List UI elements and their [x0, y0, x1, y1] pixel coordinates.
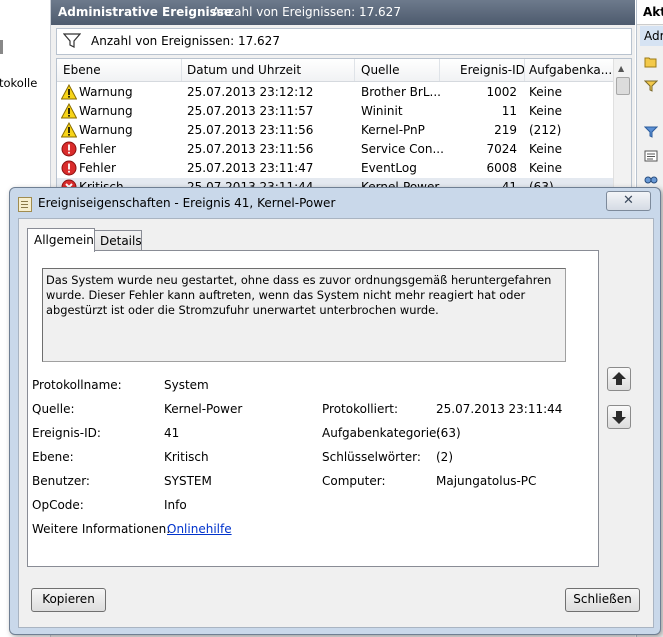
scroll-up-arrow-icon[interactable]: ▲: [618, 64, 624, 73]
actions-header: Akti: [637, 0, 663, 25]
error-icon: [61, 141, 77, 157]
warning-icon: [61, 122, 77, 138]
tab-details[interactable]: Details: [94, 230, 142, 251]
filter-icon[interactable]: [644, 80, 658, 92]
online-help-link[interactable]: Onlinehilfe: [167, 522, 232, 536]
event-properties-dialog: Ereigniseigenschaften - Ereignis 41, Ker…: [9, 187, 661, 635]
tree-item-protokolle[interactable]: tokolle: [0, 76, 37, 90]
logged-label: Protokolliert:: [322, 402, 399, 416]
keywords-label: Schlüsselwörter:: [322, 450, 421, 464]
table-row[interactable]: Fehler 25.07.2013 23:11:47 EventLog 6008…: [57, 159, 613, 178]
view-title: Administrative Ereignisse: [58, 5, 233, 19]
general-tab-panel: Das System wurde neu gestartet, ohne das…: [27, 250, 599, 567]
more-info-label: Weitere Informationen:: [32, 522, 171, 536]
task-category-label: Aufgabenkategorie:: [322, 426, 441, 440]
filter-icon[interactable]: [644, 126, 658, 138]
event-log-icon: [18, 197, 32, 212]
copy-button[interactable]: Kopieren: [31, 588, 106, 612]
opcode-label: OpCode:: [32, 498, 84, 512]
actions-selected-item[interactable]: Adr: [640, 26, 663, 46]
dialog-body: Allgemein Details Das System wurde neu g…: [18, 218, 654, 628]
arrow-up-icon: [612, 372, 626, 385]
tree-item-marker: [0, 40, 3, 54]
event-description-text: Das System wurde neu gestartet, ohne das…: [46, 273, 552, 317]
level-value: Kritisch: [164, 450, 209, 464]
filter-count-text: Anzahl von Ereignissen: 17.627: [91, 34, 280, 48]
properties-icon[interactable]: [644, 150, 658, 162]
error-icon: [61, 160, 77, 176]
source-label: Quelle:: [32, 402, 75, 416]
close-icon[interactable]: ✕: [606, 191, 651, 211]
dialog-title: Ereigniseigenschaften - Ereignis 41, Ker…: [38, 196, 336, 210]
scrollbar-thumb[interactable]: [616, 77, 630, 95]
log-name-label: Protokollname:: [32, 378, 122, 392]
table-row[interactable]: Warnung 25.07.2013 23:11:56 Kernel-PnP 2…: [57, 121, 613, 140]
task-category-value: (63): [436, 426, 461, 440]
folder-open-icon[interactable]: [644, 56, 658, 68]
next-event-button[interactable]: [607, 405, 631, 429]
source-value: Kernel-Power: [164, 402, 243, 416]
level-label: Ebene:: [32, 450, 74, 464]
dialog-title-bar[interactable]: Ereigniseigenschaften - Ereignis 41, Ker…: [10, 188, 660, 218]
table-row[interactable]: Fehler 25.07.2013 23:11:56 Service Con..…: [57, 140, 613, 159]
column-header-level[interactable]: Ebene: [63, 63, 101, 77]
previous-event-button[interactable]: [607, 367, 631, 391]
table-scrollbar[interactable]: ▲: [613, 59, 631, 197]
event-description[interactable]: Das System wurde neu gestartet, ohne das…: [42, 268, 566, 362]
logged-value: 25.07.2013 23:11:44: [436, 402, 563, 416]
column-header-date[interactable]: Datum und Uhrzeit: [187, 63, 301, 77]
keywords-value: (2): [436, 450, 453, 464]
column-header-task[interactable]: Aufgabenka...: [529, 63, 612, 77]
tab-general[interactable]: Allgemein: [27, 228, 95, 252]
events-table: Ebene Datum und Uhrzeit Quelle Ereignis-…: [56, 58, 632, 200]
computer-value: Majungatolus-PC: [436, 474, 537, 488]
column-header-event-id[interactable]: Ereignis-ID: [460, 63, 525, 77]
view-title-bar: Administrative Ereignisse Anzahl von Ere…: [51, 0, 635, 25]
log-name-value: System: [164, 378, 209, 392]
filter-icon[interactable]: [63, 33, 81, 49]
event-id-label: Ereignis-ID:: [32, 426, 101, 440]
table-header: Ebene Datum und Uhrzeit Quelle Ereignis-…: [57, 59, 613, 82]
user-value: SYSTEM: [164, 474, 212, 488]
table-row[interactable]: Warnung 25.07.2013 23:12:12 Brother BrL.…: [57, 83, 613, 102]
event-id-value: 41: [164, 426, 180, 440]
warning-icon: [61, 103, 77, 119]
event-count: Anzahl von Ereignissen: 17.627: [212, 5, 401, 19]
user-label: Benutzer:: [32, 474, 90, 488]
computer-label: Computer:: [322, 474, 386, 488]
filter-bar: Anzahl von Ereignissen: 17.627: [56, 28, 632, 55]
arrow-down-icon: [612, 411, 626, 424]
opcode-value: Info: [164, 498, 187, 512]
table-row[interactable]: Warnung 25.07.2013 23:11:57 Wininit 11 K…: [57, 102, 613, 121]
warning-icon: [61, 84, 77, 100]
close-button[interactable]: Schließen: [565, 588, 640, 612]
find-icon[interactable]: [644, 174, 658, 186]
column-header-source[interactable]: Quelle: [361, 63, 399, 77]
